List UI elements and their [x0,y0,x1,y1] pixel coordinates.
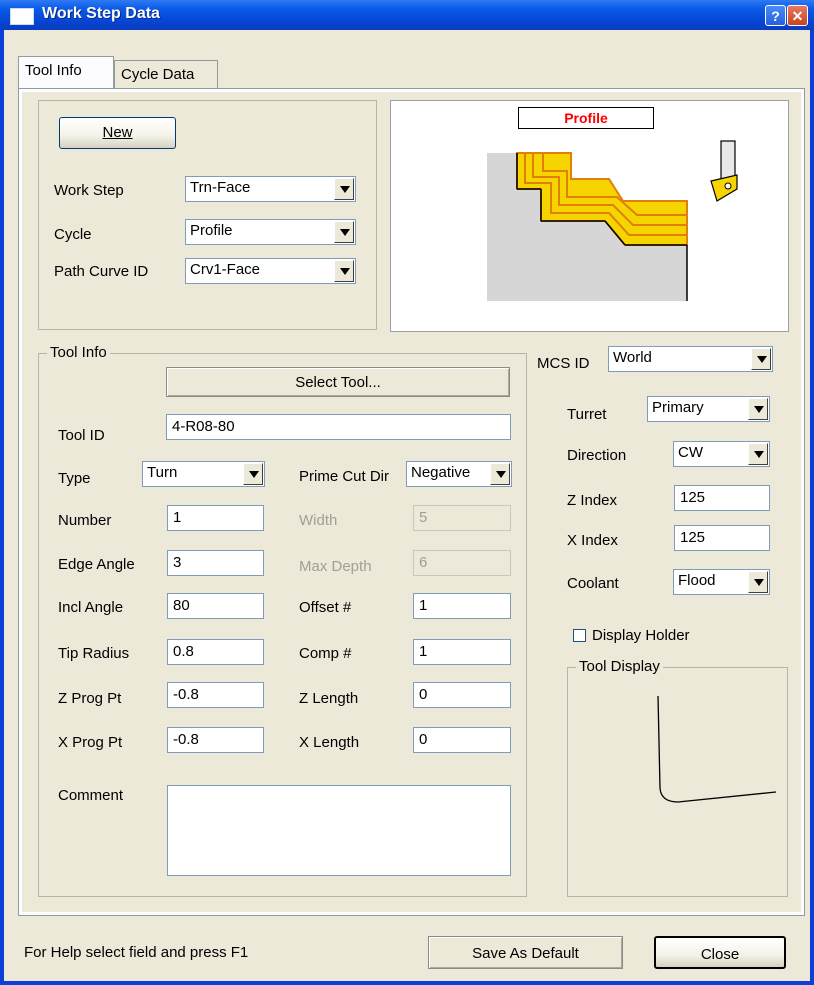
path-curve-value: Crv1-Face [190,261,261,278]
work-step-data-window: Work Step Data ? ✕ Tool Info Cycle Data … [0,0,814,985]
type-value: Turn [147,464,178,481]
status-text: For Help select field and press F1 [24,944,249,961]
incl-angle-input[interactable]: 80 [167,593,264,619]
tool-id-label: Tool ID [58,427,105,444]
offset-input[interactable]: 1 [413,593,511,619]
display-holder-checkbox[interactable] [573,629,586,642]
chevron-down-icon[interactable] [490,463,510,485]
dialog-client: Tool Info Cycle Data New Work Step Trn-F… [4,30,810,981]
width-input: 5 [413,505,511,531]
number-label: Number [58,512,112,529]
direction-select[interactable]: CW [673,441,770,467]
turret-value: Primary [652,399,704,416]
work-step-select[interactable]: Trn-Face [185,176,356,202]
tab-label: Cycle Data [121,66,195,83]
chevron-down-icon[interactable] [748,443,768,465]
turret-select[interactable]: Primary [647,396,770,422]
tool-info-group-label: Tool Info [47,344,110,361]
close-button[interactable]: Close [654,936,786,969]
close-label: Close [700,946,740,963]
incl-angle-label: Incl Angle [58,599,124,616]
cycle-select[interactable]: Profile [185,219,356,245]
prime-cut-value: Negative [411,464,471,481]
save-as-default-label: Save As Default [472,945,579,962]
prime-cut-select[interactable]: Negative [406,461,512,487]
x-length-input[interactable]: 0 [413,727,511,753]
x-index-label: X Index [567,532,618,549]
tip-radius-input[interactable]: 0.8 [167,639,264,665]
chevron-down-icon[interactable] [748,398,768,420]
profile-preview: Profile [390,100,789,332]
chevron-down-icon[interactable] [751,348,771,370]
width-label: Width [299,512,338,529]
chevron-down-icon[interactable] [748,571,768,593]
offset-label: Offset # [299,599,352,616]
select-tool-button[interactable]: Select Tool... [166,367,510,397]
tool-display-drawing [657,695,777,803]
tab-cycle-data[interactable]: Cycle Data [114,60,218,88]
save-as-default-button[interactable]: Save As Default [428,936,623,969]
prime-cut-label: Prime Cut Dir [299,468,390,485]
direction-value: CW [678,444,703,461]
z-prog-input[interactable]: -0.8 [167,682,264,708]
comp-input[interactable]: 1 [413,639,511,665]
cycle-value: Profile [190,222,233,239]
tab-tool-info[interactable]: Tool Info [18,56,114,88]
edge-angle-input[interactable]: 3 [167,550,264,576]
window-title: Work Step Data [42,5,160,22]
chevron-down-icon[interactable] [243,463,263,485]
z-length-input[interactable]: 0 [413,682,511,708]
coolant-value: Flood [678,572,716,589]
edge-angle-label: Edge Angle [58,556,135,573]
new-button[interactable]: New [59,117,176,149]
coolant-select[interactable]: Flood [673,569,770,595]
profile-drawing [487,140,738,301]
x-prog-input[interactable]: -0.8 [167,727,264,753]
x-prog-label: X Prog Pt [58,734,123,751]
comp-label: Comp # [299,645,352,662]
new-button-label: New [102,124,133,141]
cycle-label: Cycle [54,226,92,243]
mcs-id-label: MCS ID [537,355,590,372]
work-step-label: Work Step [54,182,124,199]
mcs-id-select[interactable]: World [608,346,773,372]
x-length-label: X Length [299,734,360,751]
chevron-down-icon[interactable] [334,260,354,282]
coolant-label: Coolant [567,575,619,592]
tool-display-group: Tool Display [567,658,788,897]
chevron-down-icon[interactable] [334,178,354,200]
display-holder-label[interactable]: Display Holder [592,627,690,644]
z-index-label: Z Index [567,492,618,509]
select-tool-label: Select Tool... [295,374,381,391]
z-prog-label: Z Prog Pt [58,690,122,707]
tab-label: Tool Info [25,62,82,79]
direction-label: Direction [567,447,627,464]
z-index-input[interactable]: 125 [674,485,770,511]
help-button[interactable]: ? [765,5,786,26]
work-step-value: Trn-Face [190,179,251,196]
window-icon [10,8,34,25]
tip-radius-label: Tip Radius [58,645,130,662]
close-window-button[interactable]: ✕ [787,5,808,26]
z-length-label: Z Length [299,690,359,707]
x-index-input[interactable]: 125 [674,525,770,551]
comment-textarea[interactable] [167,785,511,876]
path-curve-select[interactable]: Crv1-Face [185,258,356,284]
max-depth-input: 6 [413,550,511,576]
path-curve-label: Path Curve ID [54,263,149,280]
chevron-down-icon[interactable] [334,221,354,243]
number-input[interactable]: 1 [167,505,264,531]
max-depth-label: Max Depth [299,558,372,575]
mcs-id-value: World [613,349,652,366]
turret-label: Turret [567,406,607,423]
type-label: Type [58,470,91,487]
tool-id-input[interactable]: 4-R08-80 [166,414,511,440]
comment-label: Comment [58,787,124,804]
type-select[interactable]: Turn [142,461,265,487]
title-bar[interactable]: Work Step Data ? ✕ [0,0,814,30]
